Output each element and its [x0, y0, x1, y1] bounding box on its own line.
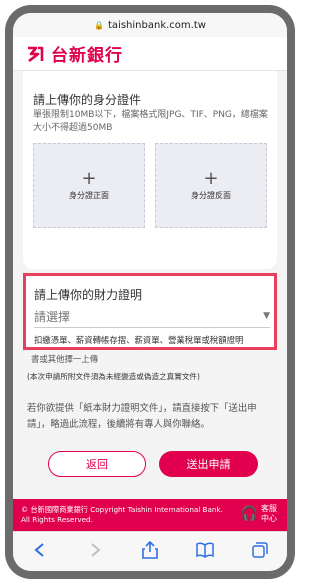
phone-frame: 🔒 taishinbank.com.tw 台新銀行 請上傳你的身分證件 單張限制…	[5, 5, 295, 579]
select-placeholder: 請選擇	[34, 310, 71, 324]
url-bar[interactable]: 🔒 taishinbank.com.tw	[13, 13, 287, 37]
brand-logo-icon	[25, 44, 45, 64]
customer-service-label: 客服中心	[261, 504, 277, 523]
financial-proof-select[interactable]: 請選擇 ▼	[34, 308, 270, 328]
bookmarks-icon[interactable]	[191, 542, 219, 562]
submit-application-button[interactable]: 送出申請	[159, 451, 258, 477]
plus-icon: +	[203, 168, 219, 189]
back-arrow-icon[interactable]	[26, 542, 54, 562]
brand-name: 台新銀行	[51, 46, 123, 66]
site-footer: © 台新國際商業銀行 Copyright Taishin Internation…	[13, 499, 287, 531]
site-header: 台新銀行	[13, 37, 287, 71]
financial-proof-section: 請上傳你的財力證明 請選擇 ▼ 扣繳憑單、薪資轉帳存摺、薪資單、營業稅單或稅額證…	[23, 273, 277, 350]
back-button[interactable]: 返回	[48, 451, 146, 477]
id-upload-card: 請上傳你的身分證件 單張限制10MB以下，檔案格式限JPG、TIF、PNG，總檔…	[23, 71, 277, 269]
upload-id-front-button[interactable]: + 身分證正面	[33, 143, 145, 228]
upload-id-back-button[interactable]: + 身分證反面	[155, 143, 267, 228]
id-upload-title: 請上傳你的身分證件	[33, 93, 142, 107]
headset-icon: 🎧	[240, 506, 258, 522]
customer-service-link[interactable]: 🎧 客服中心	[241, 504, 279, 524]
lock-icon: 🔒	[94, 20, 105, 30]
upload-id-front-label: 身分證正面	[69, 191, 109, 200]
browser-toolbar	[13, 531, 287, 571]
plus-icon: +	[81, 168, 97, 189]
forward-arrow-icon[interactable]	[81, 542, 109, 562]
id-upload-note: 單張限制10MB以下，檔案格式限JPG、TIF、PNG，總檔案大小不得超過50M…	[33, 110, 268, 133]
financial-proof-description: 扣繳憑單、薪資轉帳存摺、薪資單、營業稅單或稅額證明	[34, 335, 244, 345]
tabs-icon[interactable]	[246, 541, 274, 562]
dropdown-arrow-icon: ▼	[263, 311, 270, 321]
financial-proof-description-more: 書或其他擇一上傳	[31, 354, 98, 364]
authenticity-disclaimer: (本次申請所附文件須為未經變造或偽造之真實文件)	[27, 372, 200, 381]
share-icon[interactable]	[136, 540, 164, 563]
upload-id-back-label: 身分證反面	[191, 191, 231, 200]
paper-document-note: 若你欲提供「紙本財力證明文件」，請直接按下「送出申請」，略過此流程，後續將有專人…	[27, 403, 257, 430]
url-text: taishinbank.com.tw	[108, 19, 206, 31]
main-content: 請上傳你的身分證件 單張限制10MB以下，檔案格式限JPG、TIF、PNG，總檔…	[13, 71, 287, 499]
financial-proof-title: 請上傳你的財力證明	[34, 288, 143, 302]
copyright-text: © 台新國際商業銀行 Copyright Taishin Internation…	[21, 505, 223, 524]
screen: 🔒 taishinbank.com.tw 台新銀行 請上傳你的身分證件 單張限制…	[13, 13, 287, 571]
